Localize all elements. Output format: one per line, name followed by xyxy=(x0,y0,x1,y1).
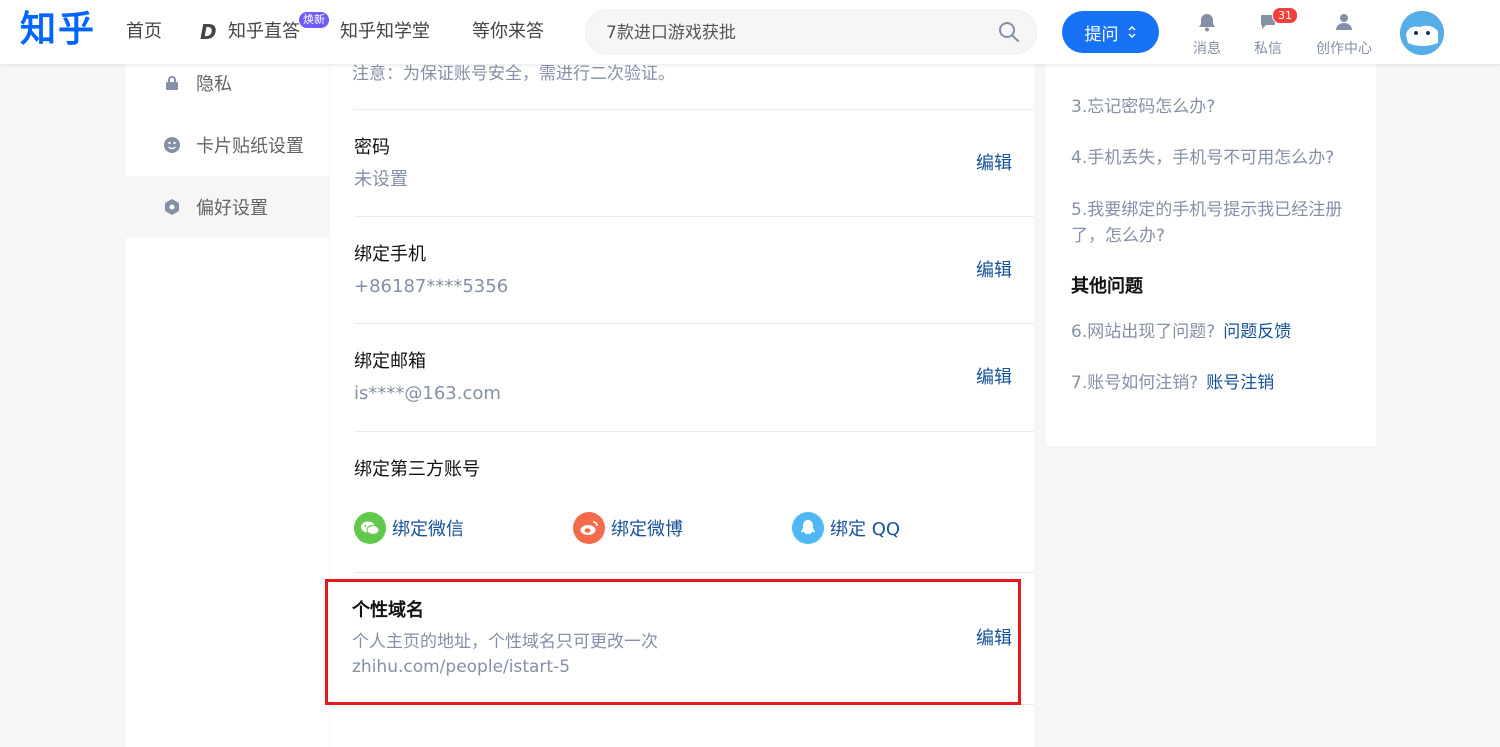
search-icon[interactable] xyxy=(998,21,1020,43)
edit-phone-button[interactable]: 编辑 xyxy=(976,259,1012,283)
messages-button[interactable]: 消息 xyxy=(1193,12,1221,58)
search-input[interactable] xyxy=(606,21,986,45)
bind-wechat-button[interactable]: 绑定微信 xyxy=(354,512,464,544)
security-notice: 注意：为保证账号安全，需进行二次验证。 xyxy=(352,64,675,84)
private-message-label: 私信 xyxy=(1254,41,1282,57)
sidebar-item-card-sticker[interactable]: 卡片贴纸设置 xyxy=(126,114,329,176)
wechat-icon xyxy=(354,512,386,544)
creator-center-button[interactable]: 创作中心 xyxy=(1316,12,1372,58)
new-badge: 焕新 xyxy=(299,12,329,28)
help-faq-panel: 3.忘记密码怎么办? 4.手机丢失，手机号不可用怎么办? 5.我要绑定的手机号提… xyxy=(1046,64,1376,446)
feedback-link[interactable]: 问题反馈 xyxy=(1223,322,1291,342)
creator-user-icon xyxy=(1336,14,1352,30)
nav-xuetang[interactable]: 知乎知学堂 xyxy=(340,19,430,45)
user-avatar[interactable] xyxy=(1400,11,1444,55)
faq-item-7: 7.账号如何注销? 账号注销 xyxy=(1071,370,1361,396)
settings-sidebar: 隐私 卡片贴纸设置 偏好设置 xyxy=(126,64,329,747)
zhihu-logo[interactable]: 知乎 xyxy=(20,8,96,52)
sidebar-item-preferences[interactable]: 偏好设置 xyxy=(126,176,329,238)
creator-center-label: 创作中心 xyxy=(1316,41,1372,57)
chevron-updown-icon xyxy=(1127,25,1136,39)
search-box xyxy=(585,10,1037,54)
deactivate-account-link[interactable]: 账号注销 xyxy=(1206,373,1274,393)
unread-count-badge: 31 xyxy=(1272,7,1298,24)
ask-question-button[interactable]: 提问 xyxy=(1062,11,1159,53)
phone-value: +86187****5356 xyxy=(354,276,509,297)
top-header: 知乎 首页 D 知乎直答 焕新 知乎知学堂 等你来答 提问 消息 私信 31 xyxy=(0,0,1500,64)
third-party-title: 绑定第三方账号 xyxy=(354,459,480,480)
sidebar-item-label: 卡片贴纸设置 xyxy=(196,136,304,157)
qq-icon xyxy=(792,512,824,544)
bind-weibo-label: 绑定微博 xyxy=(611,519,683,540)
third-party-row: 绑定第三方账号 xyxy=(354,432,1034,573)
bind-weibo-button[interactable]: 绑定微博 xyxy=(573,512,683,544)
email-value: is****@163.com xyxy=(354,383,501,404)
password-status: 未设置 xyxy=(354,169,408,190)
other-questions-heading: 其他问题 xyxy=(1071,276,1143,297)
faq-6-text: 6.网站出现了问题? xyxy=(1071,322,1216,342)
nav-home[interactable]: 首页 xyxy=(126,19,162,45)
sidebar-item-label: 隐私 xyxy=(196,74,232,95)
faq-7-text: 7.账号如何注销? xyxy=(1071,373,1199,393)
faq-item-6: 6.网站出现了问题? 问题反馈 xyxy=(1071,319,1361,345)
weibo-icon xyxy=(573,512,605,544)
nav-zhida[interactable]: 知乎直答 xyxy=(228,19,300,45)
smile-icon xyxy=(164,137,180,153)
lock-icon xyxy=(166,76,178,90)
bind-wechat-label: 绑定微信 xyxy=(392,519,464,540)
faq-item-5[interactable]: 5.我要绑定的手机号提示我已经注册了，怎么办? xyxy=(1071,197,1361,249)
faq-item-4[interactable]: 4.手机丢失，手机号不可用怎么办? xyxy=(1071,145,1361,171)
bell-icon xyxy=(1199,14,1215,32)
email-row: 绑定邮箱 is****@163.com 编辑 xyxy=(354,324,1034,432)
sidebar-item-label: 偏好设置 xyxy=(196,198,268,219)
highlight-box xyxy=(325,579,1021,705)
edit-email-button[interactable]: 编辑 xyxy=(976,366,1012,390)
phone-title: 绑定手机 xyxy=(354,244,426,265)
password-row: 密码 未设置 编辑 xyxy=(354,109,1034,217)
edit-password-button[interactable]: 编辑 xyxy=(976,152,1012,176)
password-title: 密码 xyxy=(354,137,390,158)
avatar-image xyxy=(1400,11,1444,55)
bind-qq-button[interactable]: 绑定 QQ xyxy=(792,512,900,544)
bind-qq-label: 绑定 QQ xyxy=(830,519,901,540)
messages-label: 消息 xyxy=(1193,41,1221,57)
email-title: 绑定邮箱 xyxy=(354,351,426,372)
zhida-icon: D xyxy=(200,20,217,44)
nav-waiting-answers[interactable]: 等你来答 xyxy=(472,19,544,45)
phone-row: 绑定手机 +86187****5356 编辑 xyxy=(354,217,1034,324)
hexagon-icon xyxy=(165,199,179,215)
faq-item-3[interactable]: 3.忘记密码怎么办? xyxy=(1071,94,1361,120)
ask-label: 提问 xyxy=(1084,24,1119,45)
